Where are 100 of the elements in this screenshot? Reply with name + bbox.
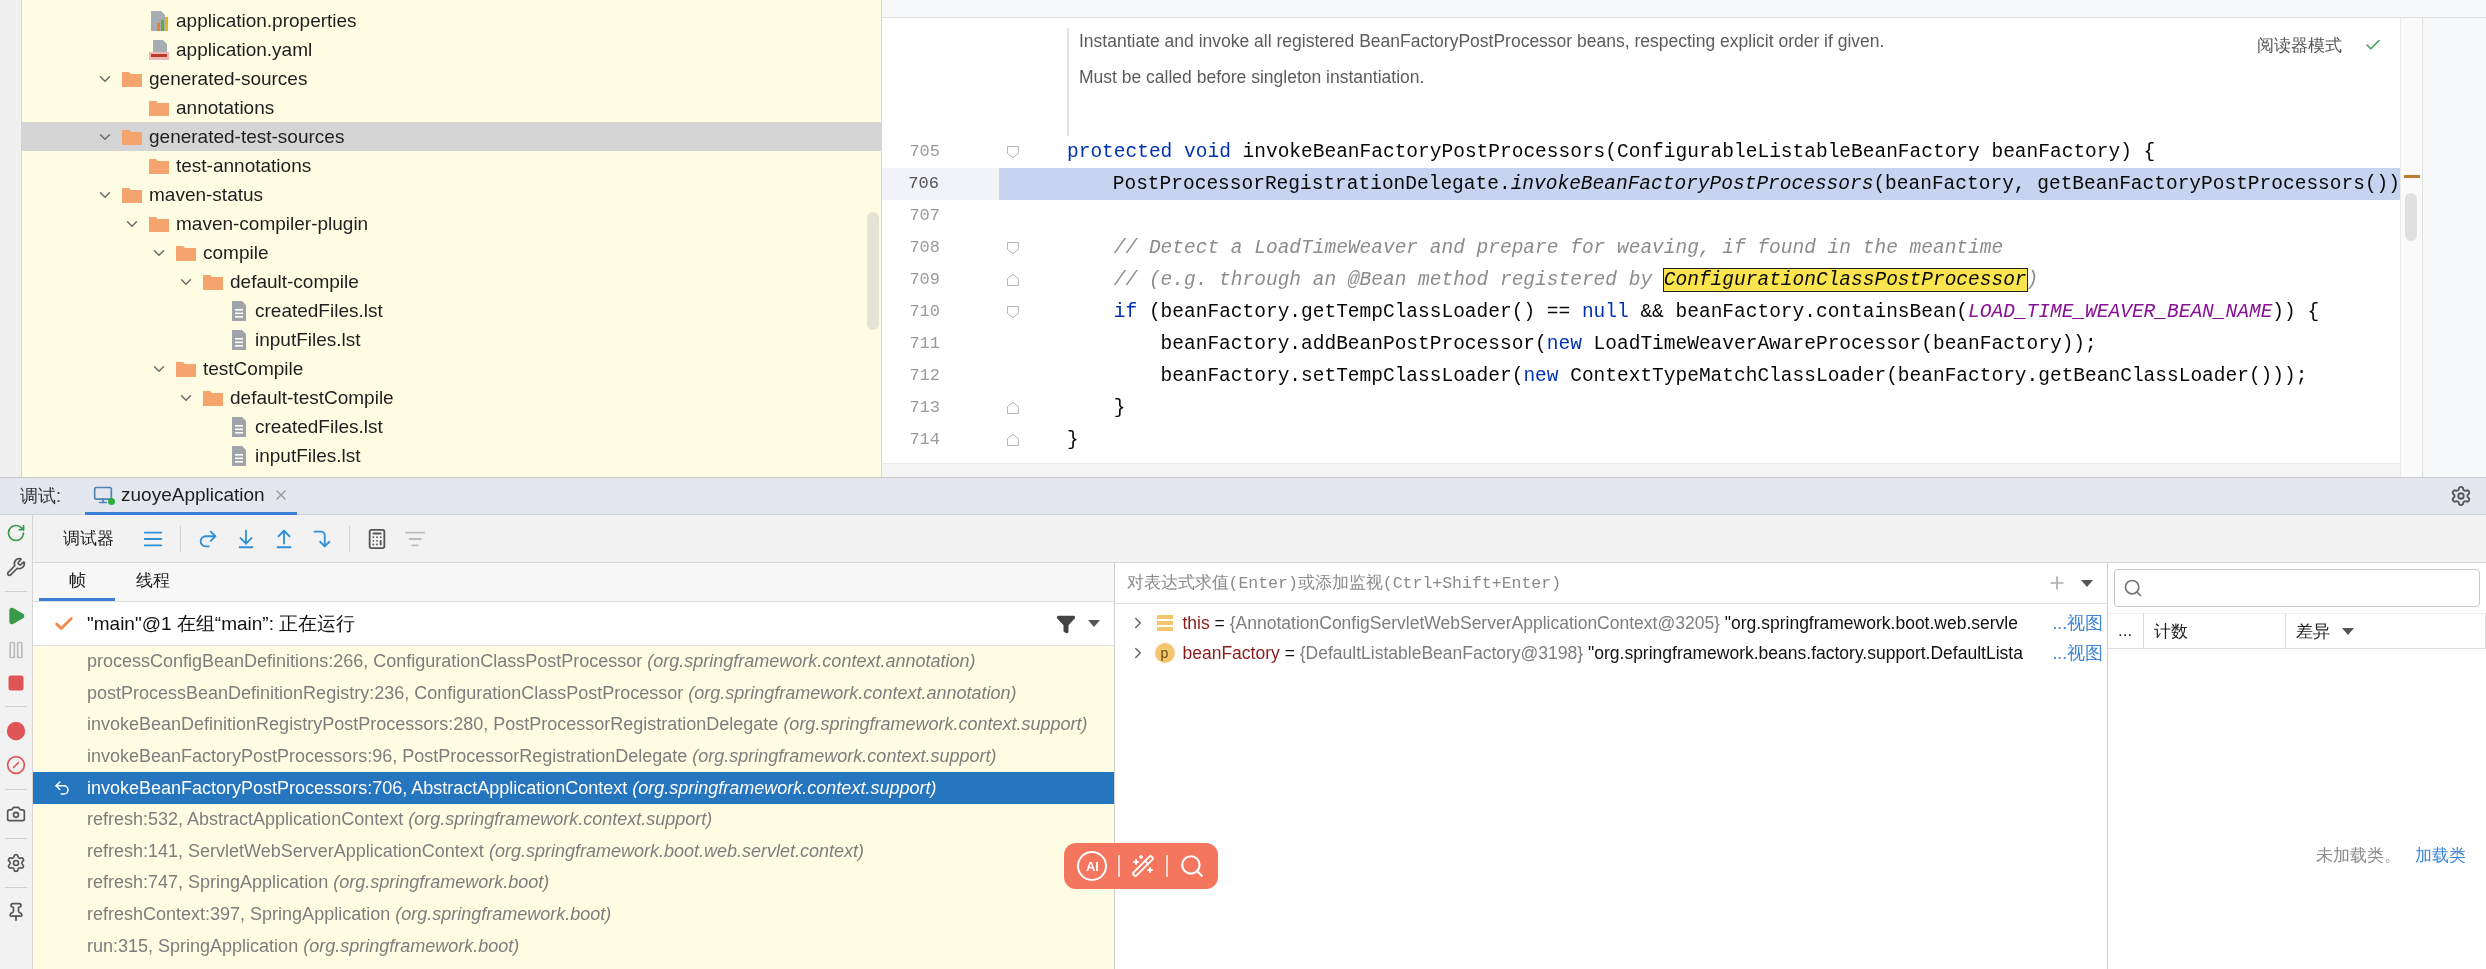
- tree-row[interactable]: generated-sources: [22, 64, 881, 93]
- variable-text: beanFactory = {DefaultListableBeanFactory@3198} "org.springframework.beans.factory.support.DefaultLista: [1182, 642, 2023, 664]
- frame-text: invokeBeanDefinitionRegistryPostProcessors:280, PostProcessorRegistrationDelegate (org.springframework.context.support): [87, 714, 1088, 736]
- line-number: 714: [908, 429, 941, 451]
- caret-icon[interactable]: [2342, 627, 2354, 635]
- mute-breakpoints-icon[interactable]: [6, 755, 26, 775]
- rerun-icon[interactable]: [6, 523, 26, 543]
- object-icon: [1154, 613, 1175, 633]
- code-line: protected void invokeBeanFactoryPostProcessors(ConfigurableListableBeanFactory beanFactory) {: [1067, 141, 2156, 163]
- wrench-icon[interactable]: [6, 557, 26, 577]
- search-field[interactable]: [2114, 569, 2480, 607]
- column-header[interactable]: 差异: [2286, 613, 2486, 649]
- folder-icon: [148, 98, 170, 117]
- tree-item-label: maven-status: [149, 183, 264, 206]
- tree-row[interactable]: maven-compiler-plugin: [22, 209, 881, 238]
- breakpoints-icon[interactable]: [6, 721, 26, 741]
- view-link[interactable]: ...视图: [2052, 611, 2103, 635]
- tree-item-label: annotations: [176, 96, 275, 119]
- frame-text: invokeBeanFactoryPostProcessors:706, AbstractApplicationContext (org.springframework.context.support): [87, 777, 937, 799]
- frame-text: processConfigBeanDefinitions:266, ConfigurationClassPostProcessor (org.springframework.context.annotation): [87, 651, 976, 673]
- settings-icon[interactable]: [2450, 485, 2472, 507]
- tree-row[interactable]: testCompile: [22, 354, 881, 383]
- tree-row[interactable]: application.yaml: [22, 35, 881, 64]
- column-header[interactable]: ...: [2108, 613, 2144, 649]
- magic-wand-icon[interactable]: [1131, 854, 1155, 878]
- thread-name[interactable]: "main"@1 在组“main”: 正在运行: [87, 610, 356, 637]
- properties-file-icon: [148, 9, 170, 32]
- tree-row[interactable]: maven-status: [22, 180, 881, 209]
- resume-icon[interactable]: [6, 606, 26, 626]
- pause-icon[interactable]: [6, 640, 26, 660]
- scrollbar-thumb[interactable]: [2405, 193, 2417, 241]
- code-line: }: [1112, 397, 1126, 419]
- tree-item-label: application.yaml: [176, 38, 313, 61]
- tree-row[interactable]: annotations: [22, 93, 881, 122]
- tree-item-label: generated-sources: [149, 67, 308, 90]
- fold-marker-icon[interactable]: [1006, 305, 1020, 319]
- text-file-icon: [229, 415, 249, 438]
- stack-frame[interactable]: refresh:532, AbstractApplicationContext (org.springframework.context.support): [33, 803, 1114, 836]
- camera-icon[interactable]: [6, 804, 26, 824]
- search-icon[interactable]: [1178, 853, 1205, 879]
- calculator-icon[interactable]: [366, 527, 388, 550]
- return-icon: [53, 779, 71, 798]
- stack-frame[interactable]: invokeBeanFactoryPostProcessors:706, AbstractApplicationContext (org.springframework.context.support): [33, 772, 1114, 804]
- load-classes-link[interactable]: 加载类: [2415, 844, 2466, 867]
- folder-icon: [148, 156, 170, 175]
- stack-frame[interactable]: refreshContext:397, SpringApplication (org.springframework.boot): [33, 898, 1114, 931]
- stack-frame[interactable]: invokeBeanFactoryPostProcessors:96, PostProcessorRegistrationDelegate (org.springframework.context.support): [33, 740, 1114, 773]
- fold-marker-icon[interactable]: [1006, 241, 1020, 255]
- stack-frame[interactable]: processConfigBeanDefinitions:266, ConfigurationClassPostProcessor (org.springframework.context.annotation): [33, 646, 1114, 678]
- tree-item-label: test-annotations: [176, 154, 312, 177]
- fold-marker-icon[interactable]: [1006, 145, 1020, 159]
- yaml-file-icon: [148, 38, 170, 61]
- horizontal-scrollbar[interactable]: [882, 463, 2400, 477]
- frame-text: postProcessBeanDefinitionRegistry:236, ConfigurationClassPostProcessor (org.springframework.context.annotation): [87, 682, 1017, 704]
- debugger-button[interactable]: 调试器: [55, 523, 122, 554]
- code-line: beanFactory.setTempClassLoader(new ContextTypeMatchClassLoader(beanFactory.getBeanClassLoader()));: [1159, 365, 2308, 387]
- caret-icon[interactable]: [1087, 620, 1100, 627]
- line-number: 710: [908, 301, 941, 323]
- frame-text: invokeBeanFactoryPostProcessors:96, PostProcessorRegistrationDelegate (org.springframework.context.support): [87, 746, 997, 768]
- stop-icon[interactable]: [7, 674, 25, 692]
- panel-tab[interactable]: 线程: [123, 563, 183, 601]
- line-number: 707: [908, 205, 941, 227]
- tree-row[interactable]: inputFiles.lst: [22, 441, 881, 470]
- tree-row[interactable]: inputFiles.lst: [22, 325, 881, 354]
- tree-item-label: application.properties: [176, 9, 357, 32]
- evaluate-field[interactable]: 对表达式求值(Enter)或添加监视(Ctrl+Shift+Enter): [1124, 572, 2033, 594]
- stack-frame[interactable]: run:315, SpringApplication (org.springframework.boot): [33, 930, 1114, 962]
- fold-marker-icon[interactable]: [1006, 273, 1020, 287]
- folder-icon: [202, 388, 224, 407]
- tree-item-label: createdFiles.lst: [255, 415, 383, 438]
- code-line: }: [1067, 429, 1079, 451]
- tree-row[interactable]: createdFiles.lst: [22, 296, 881, 325]
- folder-icon: [175, 243, 197, 262]
- stack-frame[interactable]: invokeBeanDefinitionRegistryPostProcessors:280, PostProcessorRegistrationDelegate (org.springframework.context.support): [33, 709, 1114, 741]
- stack-frame[interactable]: postProcessBeanDefinitionRegistry:236, ConfigurationClassPostProcessor (org.springframework.context.annotation): [33, 677, 1114, 710]
- tree-row[interactable]: compile: [22, 238, 881, 267]
- settings-icon[interactable]: [6, 853, 26, 873]
- view-link[interactable]: ...视图: [2052, 641, 2103, 665]
- fold-marker-icon[interactable]: [1006, 401, 1020, 415]
- tree-item-label: inputFiles.lst: [255, 328, 361, 351]
- code-line: beanFactory.addBeanPostProcessor(new LoadTimeWeaverAwareProcessor(beanFactory));: [1159, 333, 2097, 355]
- tree-row[interactable]: test-annotations: [22, 151, 881, 180]
- frame-text: run:315, SpringApplication (org.springframework.boot): [87, 935, 520, 957]
- caret-icon[interactable]: [2081, 579, 2093, 587]
- line-number: 705: [908, 141, 941, 163]
- pin-icon[interactable]: [6, 902, 26, 922]
- doc-comment-text: Instantiate and invoke all registered BeanFactoryPostProcessor beans, respecting explicit order if given.: [1079, 30, 1886, 53]
- fold-marker-icon[interactable]: [1006, 433, 1020, 447]
- filter-icon[interactable]: [1055, 613, 1076, 634]
- line-number: 709: [908, 269, 941, 291]
- tree-row[interactable]: createdFiles.lst: [22, 412, 881, 441]
- tree-row[interactable]: default-compile: [22, 267, 881, 296]
- variable-text: this = {AnnotationConfigServletWebServerApplicationContext@3205} "org.springframework.boot.web.servle: [1182, 612, 2018, 634]
- column-header[interactable]: 计数: [2144, 613, 2286, 649]
- debug-label: 调试:: [20, 485, 61, 508]
- scrollbar-thumb[interactable]: [867, 212, 879, 330]
- reader-mode-link[interactable]: 阅读器模式: [2257, 34, 2342, 57]
- tree-row[interactable]: application.properties: [22, 6, 881, 35]
- tree-row[interactable]: generated-test-sources: [22, 122, 881, 151]
- tree-row[interactable]: default-testCompile: [22, 383, 881, 412]
